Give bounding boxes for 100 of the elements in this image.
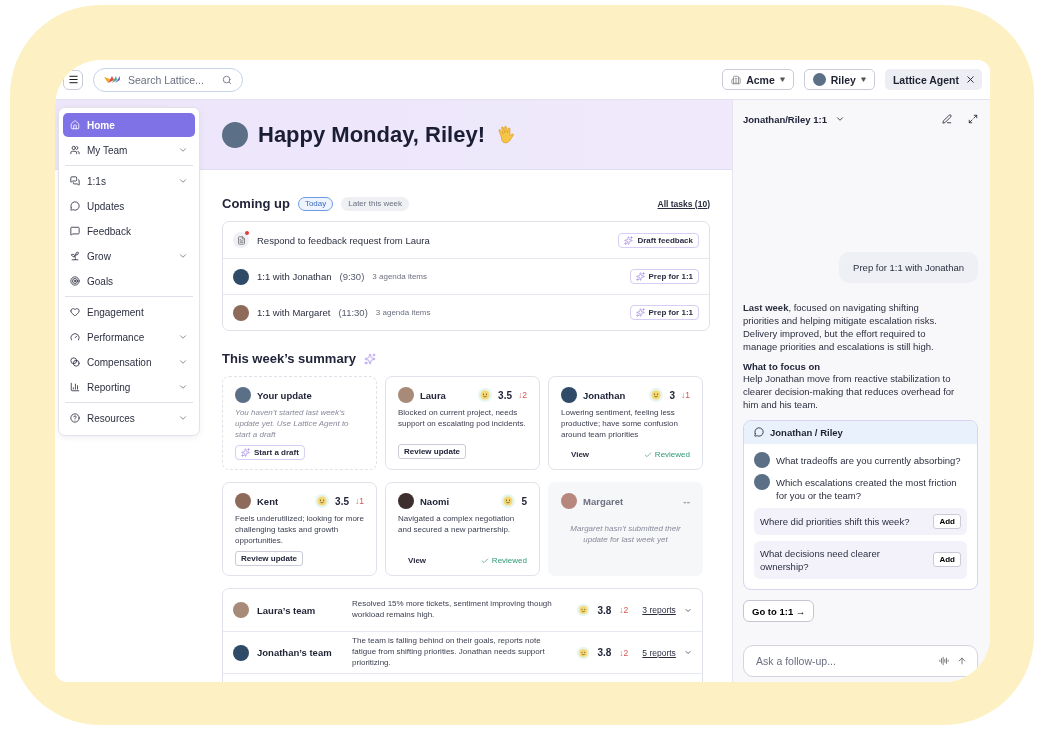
sidebar-item[interactable]: Goals [63, 269, 195, 293]
user-dropdown[interactable]: Riley [803, 69, 875, 90]
sparkle-icon [635, 308, 645, 317]
review-update-button[interactable]: Review update [398, 444, 466, 459]
nav-icon [70, 307, 80, 317]
org-dropdown[interactable]: Acme [722, 69, 794, 90]
sidebar-item[interactable]: Engagement [63, 300, 195, 324]
section-title: Coming up [222, 196, 290, 211]
sidebar-item[interactable]: Compensation [63, 350, 195, 374]
mood-face-icon [649, 388, 664, 402]
add-button[interactable]: Add [933, 513, 961, 529]
edit-icon[interactable] [942, 114, 952, 124]
send-icon[interactable] [957, 656, 967, 666]
expand-icon[interactable] [968, 114, 978, 124]
team-name: Laura’s team [257, 604, 317, 616]
sidebar-item[interactable]: My Team [63, 138, 195, 162]
task-title: 1:1 with Jonathan [257, 271, 332, 282]
score: 3.5 [498, 389, 512, 401]
update-text: Navigated a complex negotiation and secured a new partnership. [398, 514, 516, 536]
greeting-title: Happy Monday, Riley! [258, 121, 485, 148]
filter-chip[interactable]: Today [297, 196, 334, 211]
person-avatar [233, 644, 249, 661]
chevron-down-icon[interactable] [834, 114, 845, 124]
person-name: Kent [257, 495, 280, 507]
score-change: ↓2 [619, 647, 629, 658]
search-field[interactable]: Search Lattice... [126, 72, 216, 87]
score: -- [683, 495, 690, 507]
suggestion-text: Where did priorities shift this week? [760, 514, 911, 528]
score-change: ↓1 [681, 390, 690, 400]
person-name: Jonathan [583, 389, 627, 401]
voice-icon[interactable] [939, 656, 949, 666]
update-text: Feels underutilized; looking for more challenging tasks and growth opportunities. [235, 514, 364, 547]
sidebar-item[interactable]: 1:1s [63, 169, 195, 193]
review-update-button[interactable]: Review update [235, 551, 303, 567]
caret-icon [779, 77, 785, 82]
agenda-question: What tradeoffs are you currently absorbing? [776, 453, 961, 467]
person-name: Laura [420, 389, 447, 401]
update-text: Lowering sentiment, feeling less productive; have some confusion around team priorities [561, 408, 679, 441]
task-title: Respond to feedback request from Laura [257, 234, 430, 246]
focus-heading: What to focus on [743, 361, 822, 373]
sidebar-item[interactable]: Home [63, 113, 195, 137]
menu-icon [67, 74, 79, 85]
task-time: (11:30) [338, 307, 368, 318]
suggestion-text: What decisions need clearer ownership? [760, 546, 881, 573]
sparkle-icon [363, 352, 376, 365]
start-draft-button[interactable]: Start a draft [235, 445, 305, 461]
check-icon [643, 450, 652, 459]
sidebar-item[interactable]: Reporting [63, 375, 195, 399]
building-icon [731, 74, 742, 85]
menu-button[interactable] [63, 69, 83, 90]
nav-icon [70, 145, 80, 155]
agenda-title: Jonathan / Riley [770, 426, 843, 438]
person-avatar [398, 387, 414, 403]
caret-icon [860, 77, 866, 82]
add-button[interactable]: Add [933, 552, 961, 568]
team-summary: Resolved 15% more tickets, sentiment improving though workload remains high. [352, 599, 553, 621]
person-avatar [561, 387, 577, 403]
nav-icon [70, 357, 80, 367]
update-text: You haven’t started last week’s update yet. Use Lattice Agent to start a draft [235, 408, 350, 441]
ai-action-button[interactable]: Prep for 1:1 [629, 305, 699, 320]
view-link[interactable]: View [561, 450, 590, 459]
mood-face-icon [501, 494, 516, 508]
conversation-title: Jonathan/Riley 1:1 [743, 113, 827, 125]
nav-icon [70, 226, 80, 236]
sidebar-item[interactable]: Updates [63, 194, 195, 218]
sidebar-item[interactable]: Grow [63, 244, 195, 268]
agent-response: Last week, focused on navigating shifting priorities and helping mitigate escalation risks. Delivery improved, but the effort required to manage priorities and escalations is still high. [743, 300, 938, 354]
reports-link[interactable]: 3 reports [642, 605, 676, 615]
person-avatar [233, 304, 249, 321]
person-avatar [233, 268, 249, 285]
close-icon[interactable] [965, 74, 976, 85]
sidebar-item[interactable]: Resources [63, 406, 195, 430]
nav-icon [70, 382, 80, 392]
person-name: Margaret [583, 495, 625, 507]
all-tasks-link[interactable]: All tasks (10) [657, 198, 710, 209]
reports-link[interactable]: 5 reports [642, 647, 676, 658]
filter-chip[interactable]: Later this week [341, 196, 410, 211]
agent-tab[interactable]: Lattice Agent [884, 69, 982, 90]
follow-up-field[interactable]: Ask a follow-up... [754, 654, 931, 668]
ai-action-button[interactable]: Draft feedback [618, 232, 699, 248]
sparkle-icon [635, 272, 645, 281]
person-avatar [754, 473, 770, 490]
follow-up-bar[interactable]: Ask a follow-up... [743, 645, 978, 677]
sidebar-item[interactable]: Feedback [63, 219, 195, 243]
task-meta: 3 agenda items [375, 308, 431, 317]
view-link[interactable]: View [398, 556, 427, 565]
user-message: Prep for 1:1 with Jonathan [839, 251, 978, 283]
task-title: 1:1 with Margaret [257, 307, 331, 318]
person-avatar [398, 493, 414, 509]
feedback-icon [233, 232, 249, 248]
nav-icon [70, 276, 80, 286]
score: 5 [521, 495, 527, 507]
user-avatar [222, 121, 248, 148]
ai-action-button[interactable]: Prep for 1:1 [629, 269, 699, 284]
go-to-meeting-button[interactable]: Go to 1:1 → [743, 600, 815, 622]
nav-icon [70, 332, 80, 342]
logo-icon [104, 75, 120, 84]
score: 3.5 [335, 495, 349, 507]
nav-icon [70, 251, 80, 261]
sidebar-item[interactable]: Performance [63, 325, 195, 349]
